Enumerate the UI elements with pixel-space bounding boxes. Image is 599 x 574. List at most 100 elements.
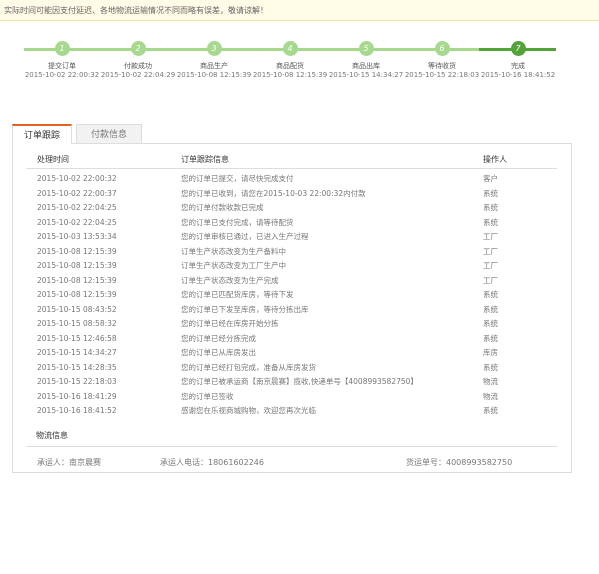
- logistics-title: 物流信息: [36, 431, 68, 440]
- row-info: 订单生产状态改变为工厂生产中: [181, 261, 286, 270]
- row-info: 您的订单已从库房发出: [181, 348, 256, 357]
- table-row: 2015-10-02 22:04:25 您的订单已支付完成，请等待配货 系统: [26, 216, 557, 231]
- row-info: 您的订单已被承运商【南京晨赛】揽收,快递单号【4008993582750】: [181, 377, 418, 386]
- row-info: 订单生产状态改变为生产完成: [181, 275, 279, 285]
- table-row: 2015-10-15 14:34:27 您的订单已从库房发出 库房: [26, 346, 557, 361]
- table-row: 2015-10-16 18:41:29 您的订单已签收 物流: [26, 390, 557, 405]
- row-operator: 工厂: [483, 261, 498, 270]
- step-name: 完成: [511, 62, 525, 70]
- step-name: 付款成功: [124, 62, 152, 70]
- progress-step: 1 提交订单 2015-10-02 22:00:32: [24, 41, 100, 80]
- progress-step: 6 等待收货 2015-10-15 22:18:03: [404, 41, 480, 80]
- row-time: 2015-10-15 12:46:58: [37, 333, 117, 343]
- row-time: 2015-10-16 18:41:52: [37, 406, 117, 415]
- row-operator: 系统: [483, 203, 498, 212]
- table-row: 2015-10-15 14:28:35 您的订单已经打包完成，准备从库房发货 系统: [26, 361, 557, 376]
- table-row: 2015-10-08 12:15:39 您的订单已匹配货库房，等待下发 系统: [26, 288, 557, 303]
- step-name: 商品配货: [276, 62, 304, 70]
- table-row: 2015-10-08 12:15:39 订单生产状态改变为生产备料中 工厂: [26, 245, 557, 260]
- step-name: 等待收货: [428, 62, 456, 70]
- tracking-table-body: 2015-10-02 22:00:32 您的订单已提交，请尽快完成支付 客户 2015…: [26, 172, 557, 419]
- row-time: 2015-10-15 14:34:27: [37, 348, 117, 357]
- row-operator: 系统: [483, 333, 498, 343]
- row-info: 您的订单已匹配货库房，等待下发: [181, 290, 294, 299]
- row-time: 2015-10-02 22:04:25: [37, 217, 117, 227]
- header-info: 订单跟踪信息: [181, 155, 229, 164]
- header-time: 处理时间: [37, 155, 69, 164]
- step-time: 2015-10-02 22:00:32: [24, 71, 100, 79]
- step-number-icon: 6: [434, 41, 450, 56]
- row-operator: 系统: [483, 319, 498, 328]
- table-row: 2015-10-02 22:00:32 您的订单已提交，请尽快完成支付 客户: [26, 172, 557, 187]
- step-number-icon: 5: [358, 41, 374, 56]
- progress-step: 4 商品配货 2015-10-08 12:15:39: [252, 41, 328, 80]
- row-operator: 系统: [483, 406, 498, 415]
- table-row: 2015-10-08 12:15:39 订单生产状态改变为生产完成 工厂: [26, 274, 557, 289]
- row-operator: 物流: [483, 391, 498, 401]
- row-time: 2015-10-08 12:15:39: [37, 275, 117, 285]
- progress-step: 5 商品出库 2015-10-15 14:34:27: [328, 41, 404, 80]
- row-operator: 库房: [483, 348, 498, 357]
- table-row: 2015-10-02 22:04:25 您的订单付款收款已完成 系统: [26, 201, 557, 216]
- row-info: 您的订单已经在库房开始分拣: [181, 319, 279, 328]
- step-name: 商品生产: [200, 62, 228, 70]
- table-row: 2015-10-15 12:46:58 您的订单已经分拣完成 系统: [26, 332, 557, 347]
- row-operator: 工厂: [483, 246, 498, 256]
- row-operator: 系统: [483, 362, 498, 372]
- table-header: 处理时间 订单跟踪信息 操作人: [26, 151, 557, 169]
- row-time: 2015-10-15 14:28:35: [37, 362, 117, 372]
- row-operator: 工厂: [483, 232, 498, 241]
- row-info: 您的订单已签收: [181, 391, 234, 401]
- step-number-icon: 4: [282, 41, 298, 56]
- step-name: 提交订单: [48, 62, 76, 70]
- row-time: 2015-10-03 13:53:34: [37, 232, 117, 241]
- row-info: 感谢您在乐视商城购物，欢迎您再次光临: [181, 406, 316, 415]
- row-time: 2015-10-08 12:15:39: [37, 246, 117, 256]
- logistics-divider: [26, 446, 557, 447]
- step-time: 2015-10-15 22:18:03: [404, 71, 480, 79]
- step-number-icon: 7: [510, 41, 526, 56]
- progress-step: 3 商品生产 2015-10-08 12:15:39: [176, 41, 252, 80]
- step-name: 商品出库: [352, 62, 380, 70]
- progress-step: 7 完成 2015-10-16 18:41:52: [480, 41, 556, 80]
- row-info: 您的订单审核已通过，已进入生产过程: [181, 232, 309, 241]
- step-number-icon: 1: [54, 41, 70, 56]
- row-time: 2015-10-02 22:00:32: [37, 174, 117, 183]
- row-time: 2015-10-15 08:58:32: [37, 319, 117, 328]
- table-row: 2015-10-15 08:43:52 您的订单已下发至库房，等待分拣出库 系统: [26, 303, 557, 318]
- tab-bar: 订单跟踪 付款信息: [12, 124, 572, 144]
- step-number-icon: 2: [130, 41, 146, 56]
- table-row: 2015-10-08 12:15:39 订单生产状态改变为工厂生产中 工厂: [26, 259, 557, 274]
- row-operator: 系统: [483, 217, 498, 227]
- row-info: 订单生产状态改变为生产备料中: [181, 246, 286, 256]
- row-time: 2015-10-02 22:00:37: [37, 188, 117, 198]
- step-time: 2015-10-02 22:04:29: [100, 71, 176, 79]
- step-time: 2015-10-16 18:41:52: [480, 71, 556, 79]
- notice-bar: 实际时间可能因支付延迟、各地物流运输情况不同而略有误差，敬请谅解！: [0, 0, 599, 21]
- table-row: 2015-10-02 22:00:37 您的订单已收到，请您在2015-10-03…: [26, 187, 557, 202]
- progress-step: 2 付款成功 2015-10-02 22:04:29: [100, 41, 176, 80]
- step-number-icon: 3: [206, 41, 222, 56]
- row-time: 2015-10-16 18:41:29: [37, 391, 117, 401]
- row-info: 您的订单已下发至库房，等待分拣出库: [181, 304, 309, 314]
- row-operator: 系统: [483, 304, 498, 314]
- row-operator: 物流: [483, 377, 498, 386]
- step-time: 2015-10-08 12:15:39: [252, 71, 328, 79]
- table-row: 2015-10-16 18:41:52 感谢您在乐视商城购物，欢迎您再次光临 系统: [26, 404, 557, 419]
- row-info: 您的订单已提交，请尽快完成支付: [181, 174, 294, 183]
- row-operator: 工厂: [483, 275, 498, 285]
- row-info: 您的订单付款收款已完成: [181, 203, 264, 212]
- row-info: 您的订单已经打包完成，准备从库房发货: [181, 362, 316, 372]
- row-operator: 客户: [483, 174, 498, 183]
- tab-payment-info[interactable]: 付款信息: [76, 124, 142, 144]
- header-operator: 操作人: [483, 155, 507, 164]
- row-time: 2015-10-02 22:04:25: [37, 203, 117, 212]
- row-operator: 系统: [483, 290, 498, 299]
- logistics-carrier: 承运人：南京晨赛: [37, 458, 101, 467]
- step-time: 2015-10-08 12:15:39: [176, 71, 252, 79]
- tab-order-tracking[interactable]: 订单跟踪: [12, 124, 72, 144]
- step-time: 2015-10-15 14:34:27: [328, 71, 404, 79]
- row-time: 2015-10-08 12:15:39: [37, 261, 117, 270]
- row-info: 您的订单已收到，请您在2015-10-03 22:00:32内付款: [181, 188, 366, 198]
- row-time: 2015-10-15 22:18:03: [37, 377, 117, 386]
